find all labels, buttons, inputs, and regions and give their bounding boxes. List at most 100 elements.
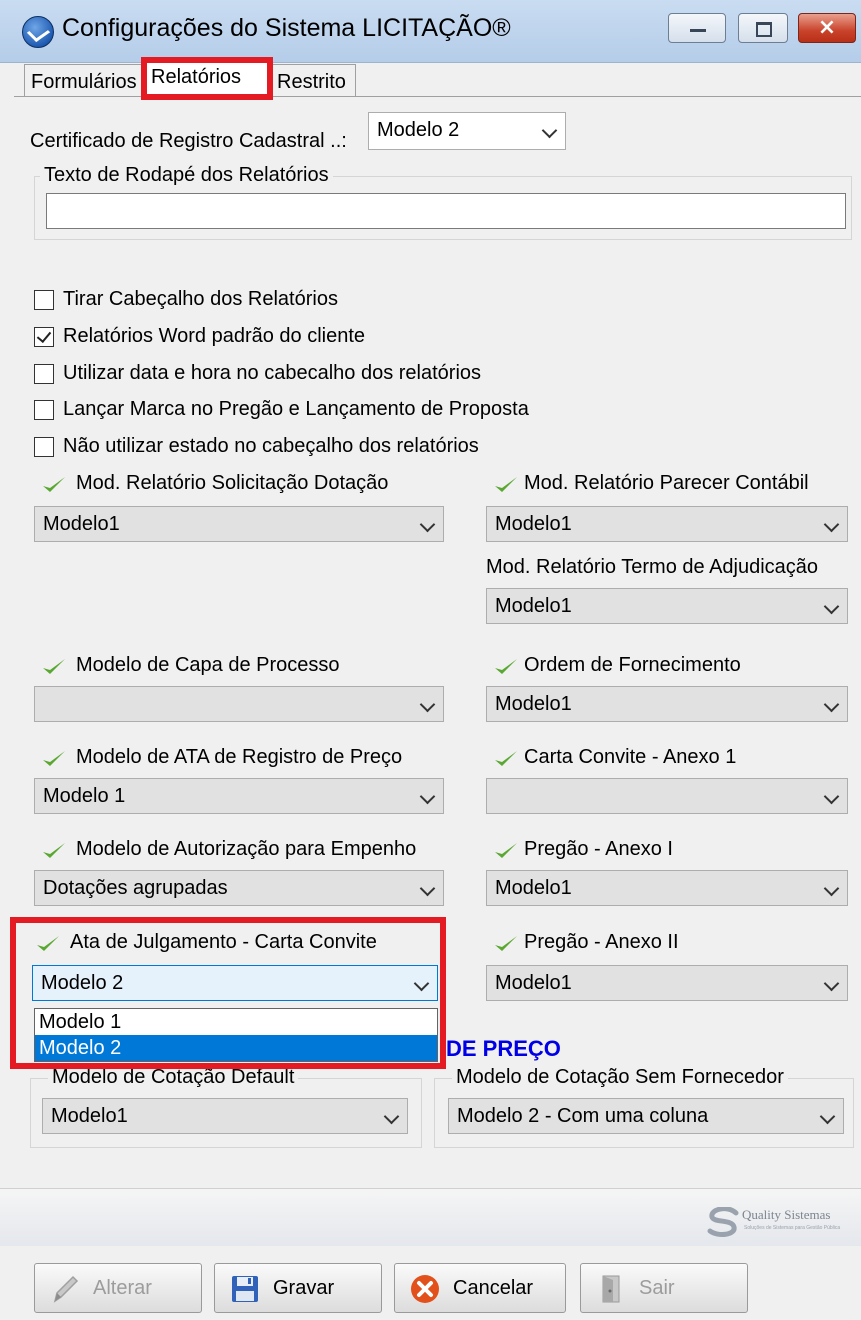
fornecimento-select[interactable]: Modelo1	[486, 686, 848, 722]
sair-label: Sair	[639, 1277, 675, 1299]
checkbox-label: Relatórios Word padrão do cliente	[63, 325, 366, 347]
pencil-icon	[53, 1275, 79, 1303]
chevron-down-icon	[419, 696, 436, 713]
window-title: Configurações do Sistema LICITAÇÃO®	[62, 14, 511, 42]
pregao-anexo1-value: Modelo1	[495, 877, 572, 899]
checkbox-label: Não utilizar estado no cabeçalho dos rel…	[63, 435, 479, 457]
close-icon: ×	[817, 15, 837, 40]
checkbox-data-hora[interactable]	[34, 364, 54, 384]
brand-strip: Quality Sistemas Soluções de Sistemas pa…	[0, 1188, 861, 1247]
chevron-down-icon	[823, 975, 840, 992]
adjudicacao-label: Mod. Relatório Termo de Adjudicação	[486, 556, 819, 578]
checkbox-word-padrao[interactable]	[34, 327, 54, 347]
ata-julgamento-dropdown-list: Modelo 1 Modelo 2	[34, 1008, 438, 1062]
ata-julgamento-label: Ata de Julgamento - Carta Convite	[70, 931, 377, 953]
tab-formularios[interactable]: Formulários	[24, 64, 144, 96]
ata-julgamento-select[interactable]: Modelo 2	[32, 965, 438, 1001]
adjudicacao-value: Modelo1	[495, 595, 572, 617]
cotacao-sem-fornecedor-select[interactable]: Modelo 2 - Com uma coluna	[448, 1098, 844, 1134]
cancelar-label: Cancelar	[453, 1277, 534, 1299]
cancel-x-icon	[411, 1275, 439, 1303]
pregao-anexo2-select[interactable]: Modelo1	[486, 965, 848, 1001]
green-check-icon	[495, 936, 517, 951]
chevron-down-icon	[823, 598, 840, 615]
door-exit-icon	[602, 1275, 620, 1303]
green-check-icon	[43, 843, 65, 858]
chevron-down-icon	[419, 880, 436, 897]
capa-select[interactable]	[34, 686, 444, 722]
chevron-down-icon	[419, 788, 436, 805]
tab-relatorios[interactable]: Relatórios	[144, 59, 270, 97]
alterar-label: Alterar	[93, 1277, 152, 1299]
chevron-down-icon	[413, 975, 430, 992]
checkbox-nao-utilizar-estado[interactable]	[34, 437, 54, 457]
green-check-icon	[495, 477, 517, 492]
green-check-icon	[495, 751, 517, 766]
green-check-icon	[495, 659, 517, 674]
floppy-disk-icon	[232, 1276, 258, 1302]
chevron-down-icon	[541, 122, 558, 139]
cancelar-button[interactable]: Cancelar	[394, 1263, 566, 1313]
chevron-down-icon	[819, 1108, 836, 1125]
certificado-select[interactable]: Modelo 2	[368, 112, 566, 150]
ata-registro-value: Modelo 1	[43, 785, 126, 807]
pregao-anexo2-value: Modelo1	[495, 972, 572, 994]
ata-julgamento-value: Modelo 2	[41, 972, 124, 994]
minimize-button[interactable]	[668, 13, 726, 43]
pregao-anexo1-label: Pregão - Anexo I	[524, 838, 673, 860]
gravar-label: Gravar	[273, 1277, 335, 1299]
certificado-label: Certificado de Registro Cadastral ..:	[30, 130, 347, 152]
parecer-label: Mod. Relatório Parecer Contábil	[524, 472, 809, 494]
sair-button[interactable]: Sair	[580, 1263, 748, 1313]
green-check-icon	[43, 751, 65, 766]
pregao-anexo1-select[interactable]: Modelo1	[486, 870, 848, 906]
chevron-down-icon	[383, 1108, 400, 1125]
alterar-button[interactable]: Alterar	[34, 1263, 202, 1313]
gravar-button[interactable]: Gravar	[214, 1263, 382, 1313]
brand-name: Quality Sistemas	[742, 1207, 831, 1222]
cotacao-section-title: DE PREÇO	[446, 1036, 561, 1061]
app-logo-icon	[22, 16, 54, 48]
maximize-button[interactable]	[738, 13, 788, 43]
parecer-value: Modelo1	[495, 513, 572, 535]
checkbox-label: Utilizar data e hora no cabecalho dos re…	[63, 362, 482, 384]
checkbox-label: Lançar Marca no Pregão e Lançamento de P…	[63, 398, 529, 420]
dropdown-option[interactable]: Modelo 1	[35, 1009, 437, 1035]
autorizacao-value: Dotações agrupadas	[43, 877, 228, 899]
brand-tagline: Soluções de Sistemas para Gestão Pública	[744, 1225, 841, 1231]
cotacao-sem-fornecedor-legend: Modelo de Cotação Sem Fornecedor	[452, 1066, 788, 1089]
autorizacao-select[interactable]: Dotações agrupadas	[34, 870, 444, 906]
green-check-icon	[43, 477, 65, 492]
green-check-icon	[43, 659, 65, 674]
ata-registro-label: Modelo de ATA de Registro de Preço	[76, 746, 403, 768]
adjudicacao-select[interactable]: Modelo1	[486, 588, 848, 624]
dropdown-option-selected[interactable]: Modelo 2	[35, 1035, 437, 1061]
fornecimento-label: Ordem de Fornecimento	[524, 654, 741, 676]
solicitacao-label: Mod. Relatório Solicitação Dotação	[76, 472, 389, 494]
quality-logo-icon	[707, 1207, 739, 1237]
carta-anexo-select[interactable]	[486, 778, 848, 814]
green-check-icon	[495, 843, 517, 858]
tab-restrito[interactable]: Restrito	[270, 64, 356, 96]
cotacao-sem-fornecedor-value: Modelo 2 - Com uma coluna	[457, 1105, 709, 1127]
certificado-value: Modelo 2	[377, 119, 460, 141]
carta-anexo-label: Carta Convite - Anexo 1	[524, 746, 737, 768]
chevron-down-icon	[823, 880, 840, 897]
cotacao-default-value: Modelo1	[51, 1105, 128, 1127]
autorizacao-label: Modelo de Autorização para Empenho	[76, 838, 417, 860]
solicitacao-select[interactable]: Modelo1	[34, 506, 444, 542]
chevron-down-icon	[823, 696, 840, 713]
checkbox-lancar-marca[interactable]	[34, 400, 54, 420]
solicitacao-value: Modelo1	[43, 513, 120, 535]
chevron-down-icon	[419, 516, 436, 533]
close-button[interactable]: ×	[798, 13, 856, 43]
parecer-select[interactable]: Modelo1	[486, 506, 848, 542]
fornecimento-value: Modelo1	[495, 693, 572, 715]
rodape-input[interactable]	[46, 193, 846, 229]
rodape-legend: Texto de Rodapé dos Relatórios	[40, 164, 333, 187]
ata-registro-select[interactable]: Modelo 1	[34, 778, 444, 814]
pregao-anexo2-label: Pregão - Anexo II	[524, 931, 679, 953]
cotacao-default-select[interactable]: Modelo1	[42, 1098, 408, 1134]
cotacao-default-legend: Modelo de Cotação Default	[48, 1066, 299, 1089]
checkbox-tirar-cabecalho[interactable]	[34, 290, 54, 310]
